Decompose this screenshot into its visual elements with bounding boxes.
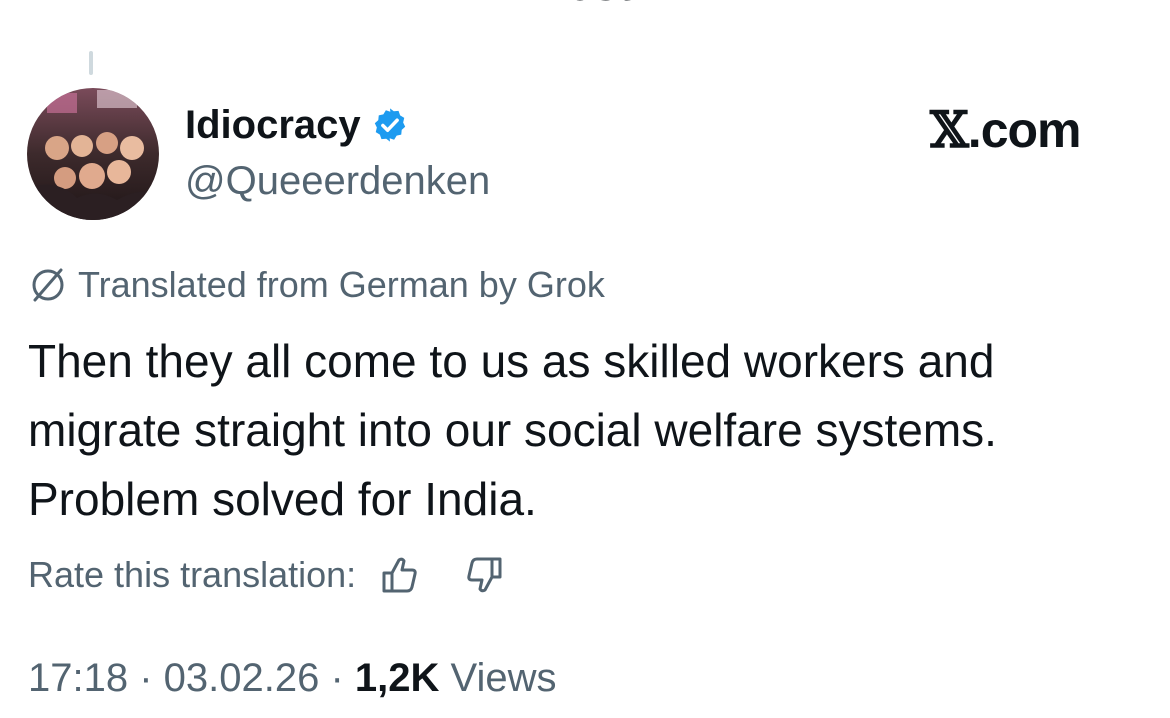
grok-icon <box>32 268 64 302</box>
verified-badge-icon <box>374 108 405 142</box>
post-text-line: Then they all come to us as skilled work… <box>28 335 995 387</box>
rate-translation-row: Rate this translation: <box>28 553 506 597</box>
source-logo-text: .com <box>967 102 1082 158</box>
translation-notice-text: Translated from German by Grok <box>78 264 605 305</box>
avatar-image <box>27 88 159 220</box>
author-name-row[interactable]: Idiocracy <box>185 105 409 145</box>
rate-translation-label: Rate this translation: <box>28 554 357 595</box>
post-time[interactable]: 17:18 <box>28 656 128 700</box>
post-text-line: migrate straight into our social welfare… <box>28 404 997 456</box>
post-metadata: 17:18 · 03.02.26 · 1,2K Views <box>28 658 557 698</box>
meta-separator: · <box>128 656 164 700</box>
avatar[interactable] <box>27 88 159 220</box>
x-logo-icon: 𝕏 <box>930 100 969 159</box>
translation-notice: Translated from German by Grok <box>28 265 605 305</box>
page-title: Post <box>0 0 1170 8</box>
post-text-line: Problem solved for India. <box>28 473 537 525</box>
thumbs-up-icon[interactable] <box>378 553 422 597</box>
display-name[interactable]: Idiocracy <box>185 105 361 145</box>
thumbs-down-icon[interactable] <box>462 553 506 597</box>
views-count[interactable]: 1,2K <box>355 656 440 700</box>
thread-connector-line <box>89 51 93 75</box>
source-logo: 𝕏.com <box>930 102 1082 158</box>
author-handle[interactable]: @Queeerdenken <box>185 161 490 201</box>
views-label: Views <box>439 656 557 700</box>
post-body: Then they all come to us as skilled work… <box>28 327 1148 534</box>
post-date[interactable]: 03.02.26 <box>164 656 320 700</box>
meta-separator: · <box>319 656 355 700</box>
top-header: Post <box>0 0 1170 8</box>
